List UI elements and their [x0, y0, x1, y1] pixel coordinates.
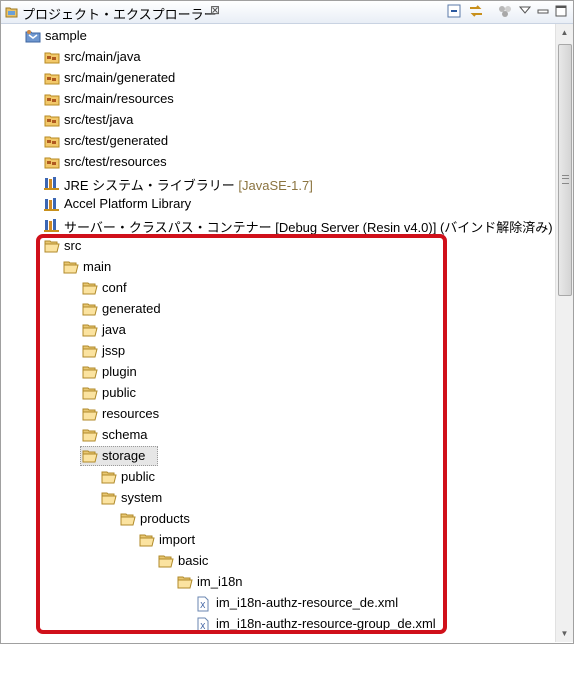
scrollbar-grip-icon	[562, 175, 569, 184]
source-folder-icon	[44, 92, 60, 106]
library-icon	[44, 176, 60, 190]
tree-item-label: src/test/generated	[64, 133, 169, 148]
view-menu-icon[interactable]	[518, 4, 532, 19]
close-icon[interactable]: ⊠	[210, 3, 220, 17]
tree-item-sample[interactable]: sample	[1, 26, 555, 46]
source-folder-icon	[44, 134, 60, 148]
view-titlebar: プロジェクト・エクスプローラー ⊠	[1, 1, 573, 24]
tree-item-decoration: [JavaSE-1.7]	[234, 178, 313, 193]
tree-item-accel-platform-library[interactable]: Accel Platform Library	[1, 194, 555, 214]
project-explorer-icon	[5, 5, 19, 22]
tree-item-label: src/main/resources	[64, 91, 174, 106]
tree-item-label: src/main/java	[64, 49, 141, 64]
view-title[interactable]: プロジェクト・エクスプローラー	[22, 4, 217, 23]
scrollbar-thumb[interactable]	[558, 44, 572, 296]
source-folder-icon	[44, 113, 60, 127]
filters-icon[interactable]	[498, 4, 512, 21]
tree-item-label: src/main/generated	[64, 70, 176, 85]
scroll-up-arrow-icon[interactable]: ▲	[556, 24, 573, 41]
link-with-editor-icon[interactable]	[468, 4, 484, 21]
vertical-scrollbar[interactable]: ▲ ▼	[555, 24, 573, 642]
source-folder-icon	[44, 50, 60, 64]
minimize-icon[interactable]	[536, 4, 550, 21]
tree-item-src-test-generated[interactable]: src/test/generated	[1, 131, 555, 151]
tree-item-src-test-resources[interactable]: src/test/resources	[1, 152, 555, 172]
tree-item-src-main-java[interactable]: src/main/java	[1, 47, 555, 67]
tree-item-label: src/test/java	[64, 112, 134, 127]
maximize-icon[interactable]	[554, 4, 568, 21]
tree-item-label: src/test/resources	[64, 154, 167, 169]
tree-item-label: Accel Platform Library	[64, 196, 192, 211]
tree-item-label: JRE システム・ライブラリー [JavaSE-1.7]	[64, 178, 313, 193]
tree-item-debug-server-resin-v4-0[interactable]: サーバー・クラスパス・コンテナー [Debug Server (Resin v4…	[1, 215, 555, 235]
tree-item-src-test-java[interactable]: src/test/java	[1, 110, 555, 130]
tree-item-src-main-resources[interactable]: src/main/resources	[1, 89, 555, 109]
tree-item-src-main-generated[interactable]: src/main/generated	[1, 68, 555, 88]
library-icon	[44, 197, 60, 211]
scroll-down-arrow-icon[interactable]: ▼	[556, 625, 573, 642]
library-icon	[44, 218, 60, 232]
tree-item-label: sample	[45, 28, 87, 43]
java-project-icon	[25, 29, 41, 43]
source-folder-icon	[44, 71, 60, 85]
highlight-box	[36, 234, 447, 634]
collapse-all-icon[interactable]	[447, 4, 461, 21]
source-folder-icon	[44, 155, 60, 169]
tree-item-jre[interactable]: JRE システム・ライブラリー [JavaSE-1.7]	[1, 173, 555, 193]
